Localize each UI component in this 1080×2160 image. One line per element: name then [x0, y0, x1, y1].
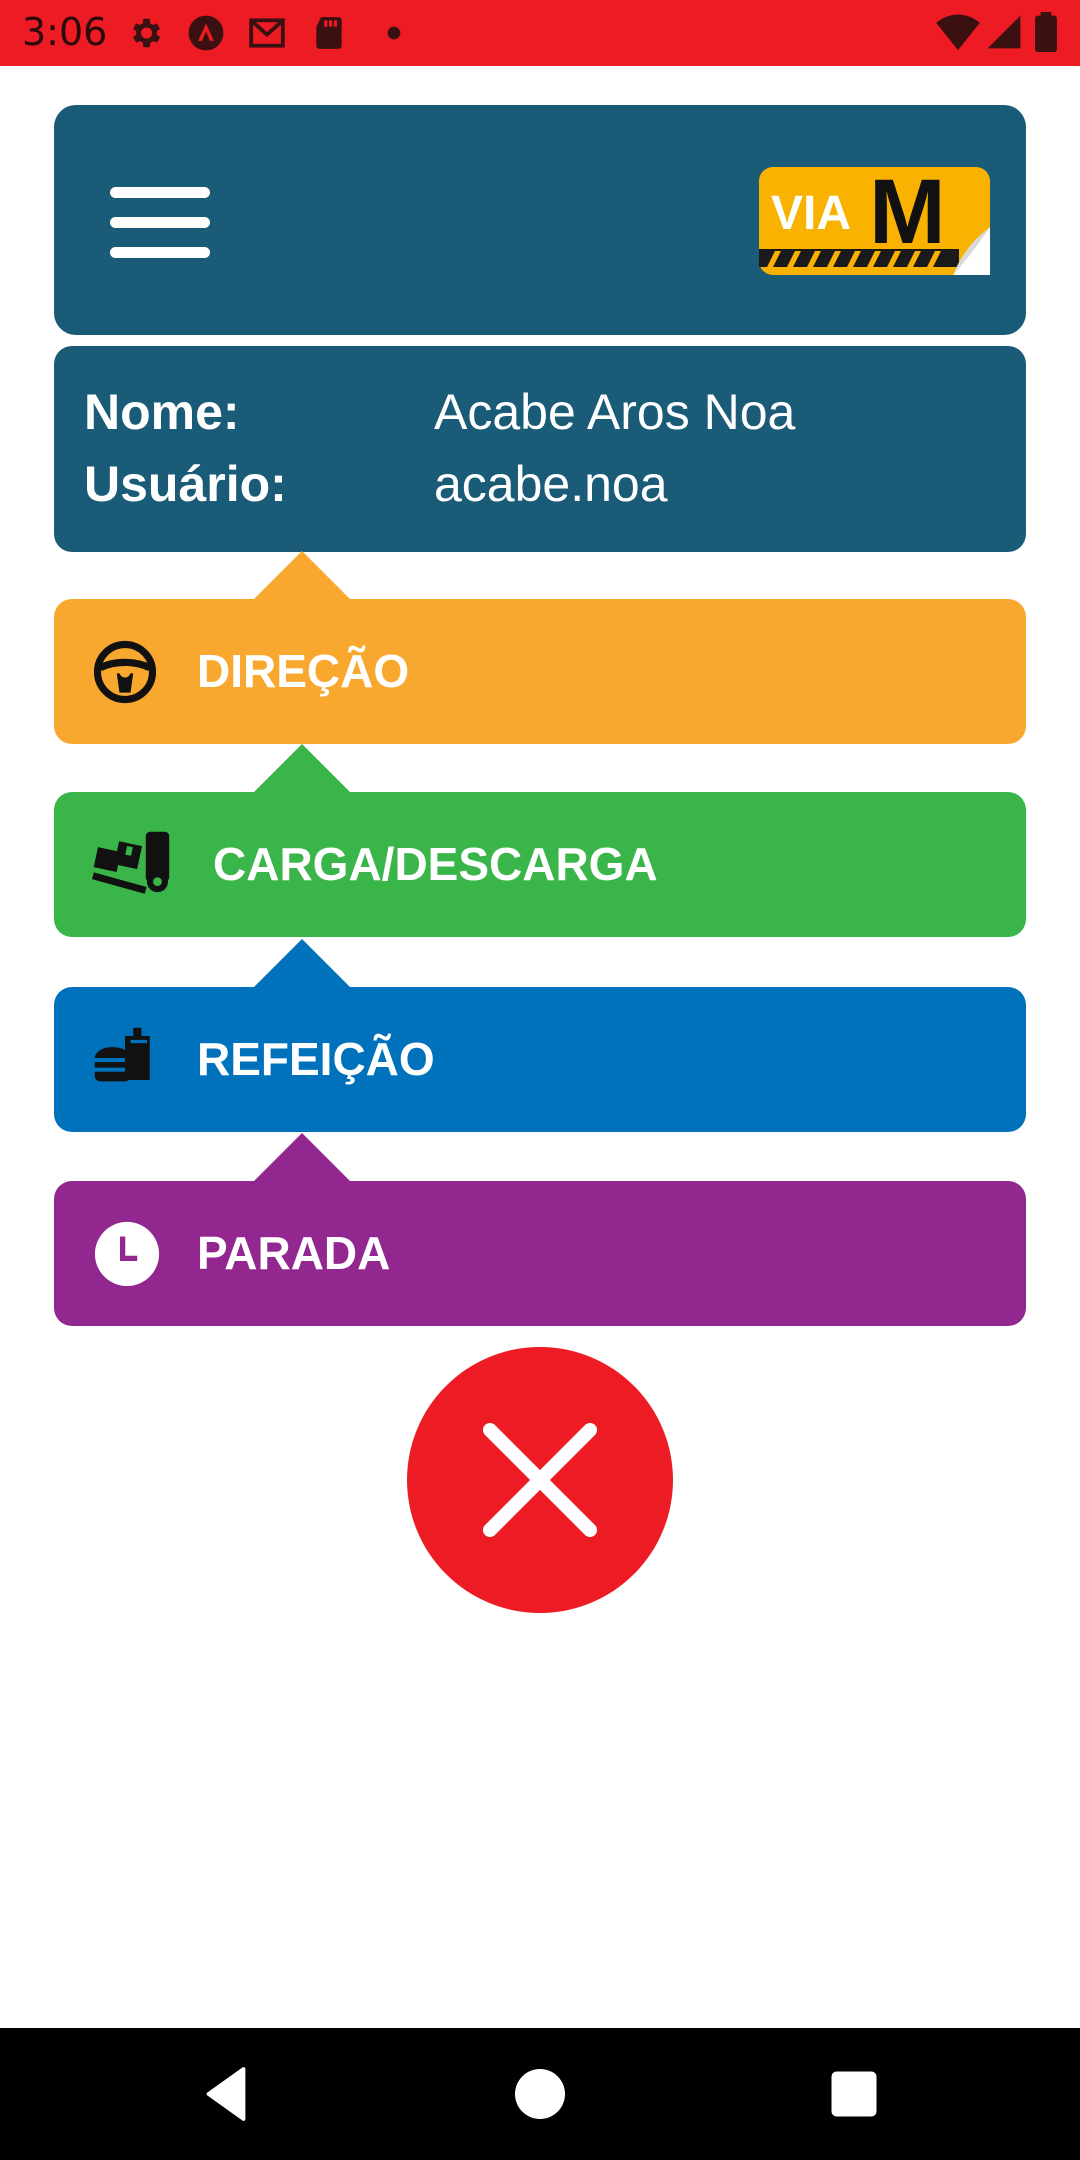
- navigation-bar: [0, 2028, 1080, 2160]
- brand-a-icon: [188, 15, 224, 51]
- logo: VIA M: [759, 165, 990, 275]
- direcao-label: DIREÇÃO: [197, 645, 410, 697]
- status-bar: 3:06: [0, 0, 1080, 66]
- user-value: acabe.noa: [434, 456, 668, 512]
- dot-icon: [387, 26, 401, 40]
- recents-icon[interactable]: [824, 2064, 884, 2124]
- clock-icon: [94, 1221, 160, 1287]
- fastfood-icon: [94, 1027, 150, 1082]
- forklift-icon: [91, 831, 170, 894]
- parada-button[interactable]: PARADA: [54, 1133, 1026, 1326]
- name-label: Nome:: [84, 384, 240, 440]
- carga-descarga-label: CARGA/DESCARGA: [213, 838, 658, 890]
- refeicao-label: REFEIÇÃO: [197, 1033, 435, 1085]
- gmail-icon: [249, 18, 285, 48]
- user-info-card: Nome: Acabe Aros Noa Usuário: acabe.noa: [54, 346, 1026, 552]
- sd-card-icon: [316, 17, 342, 49]
- signal-icon: [987, 15, 1021, 49]
- name-value: Acabe Aros Noa: [434, 384, 796, 440]
- close-icon: [483, 1423, 597, 1537]
- hamburger-menu-icon[interactable]: [110, 187, 210, 259]
- close-button[interactable]: [407, 1347, 673, 1613]
- carga-descarga-button[interactable]: CARGA/DESCARGA: [54, 744, 1026, 937]
- direcao-button[interactable]: DIREÇÃO: [54, 551, 1026, 744]
- home-icon[interactable]: [510, 2064, 570, 2124]
- battery-icon: [1035, 12, 1057, 52]
- refeicao-button[interactable]: REFEIÇÃO: [54, 939, 1026, 1132]
- status-time: 3:06: [22, 10, 108, 54]
- parada-label: PARADA: [197, 1227, 391, 1279]
- header-card: VIA M: [54, 105, 1026, 335]
- user-label: Usuário:: [84, 456, 287, 512]
- wifi-icon: [936, 14, 980, 51]
- back-icon[interactable]: [196, 2064, 256, 2124]
- logo-text-m: M: [869, 165, 946, 263]
- steering-wheel-icon: [93, 640, 157, 704]
- logo-text-via: VIA: [771, 187, 851, 240]
- gear-icon: [132, 18, 161, 48]
